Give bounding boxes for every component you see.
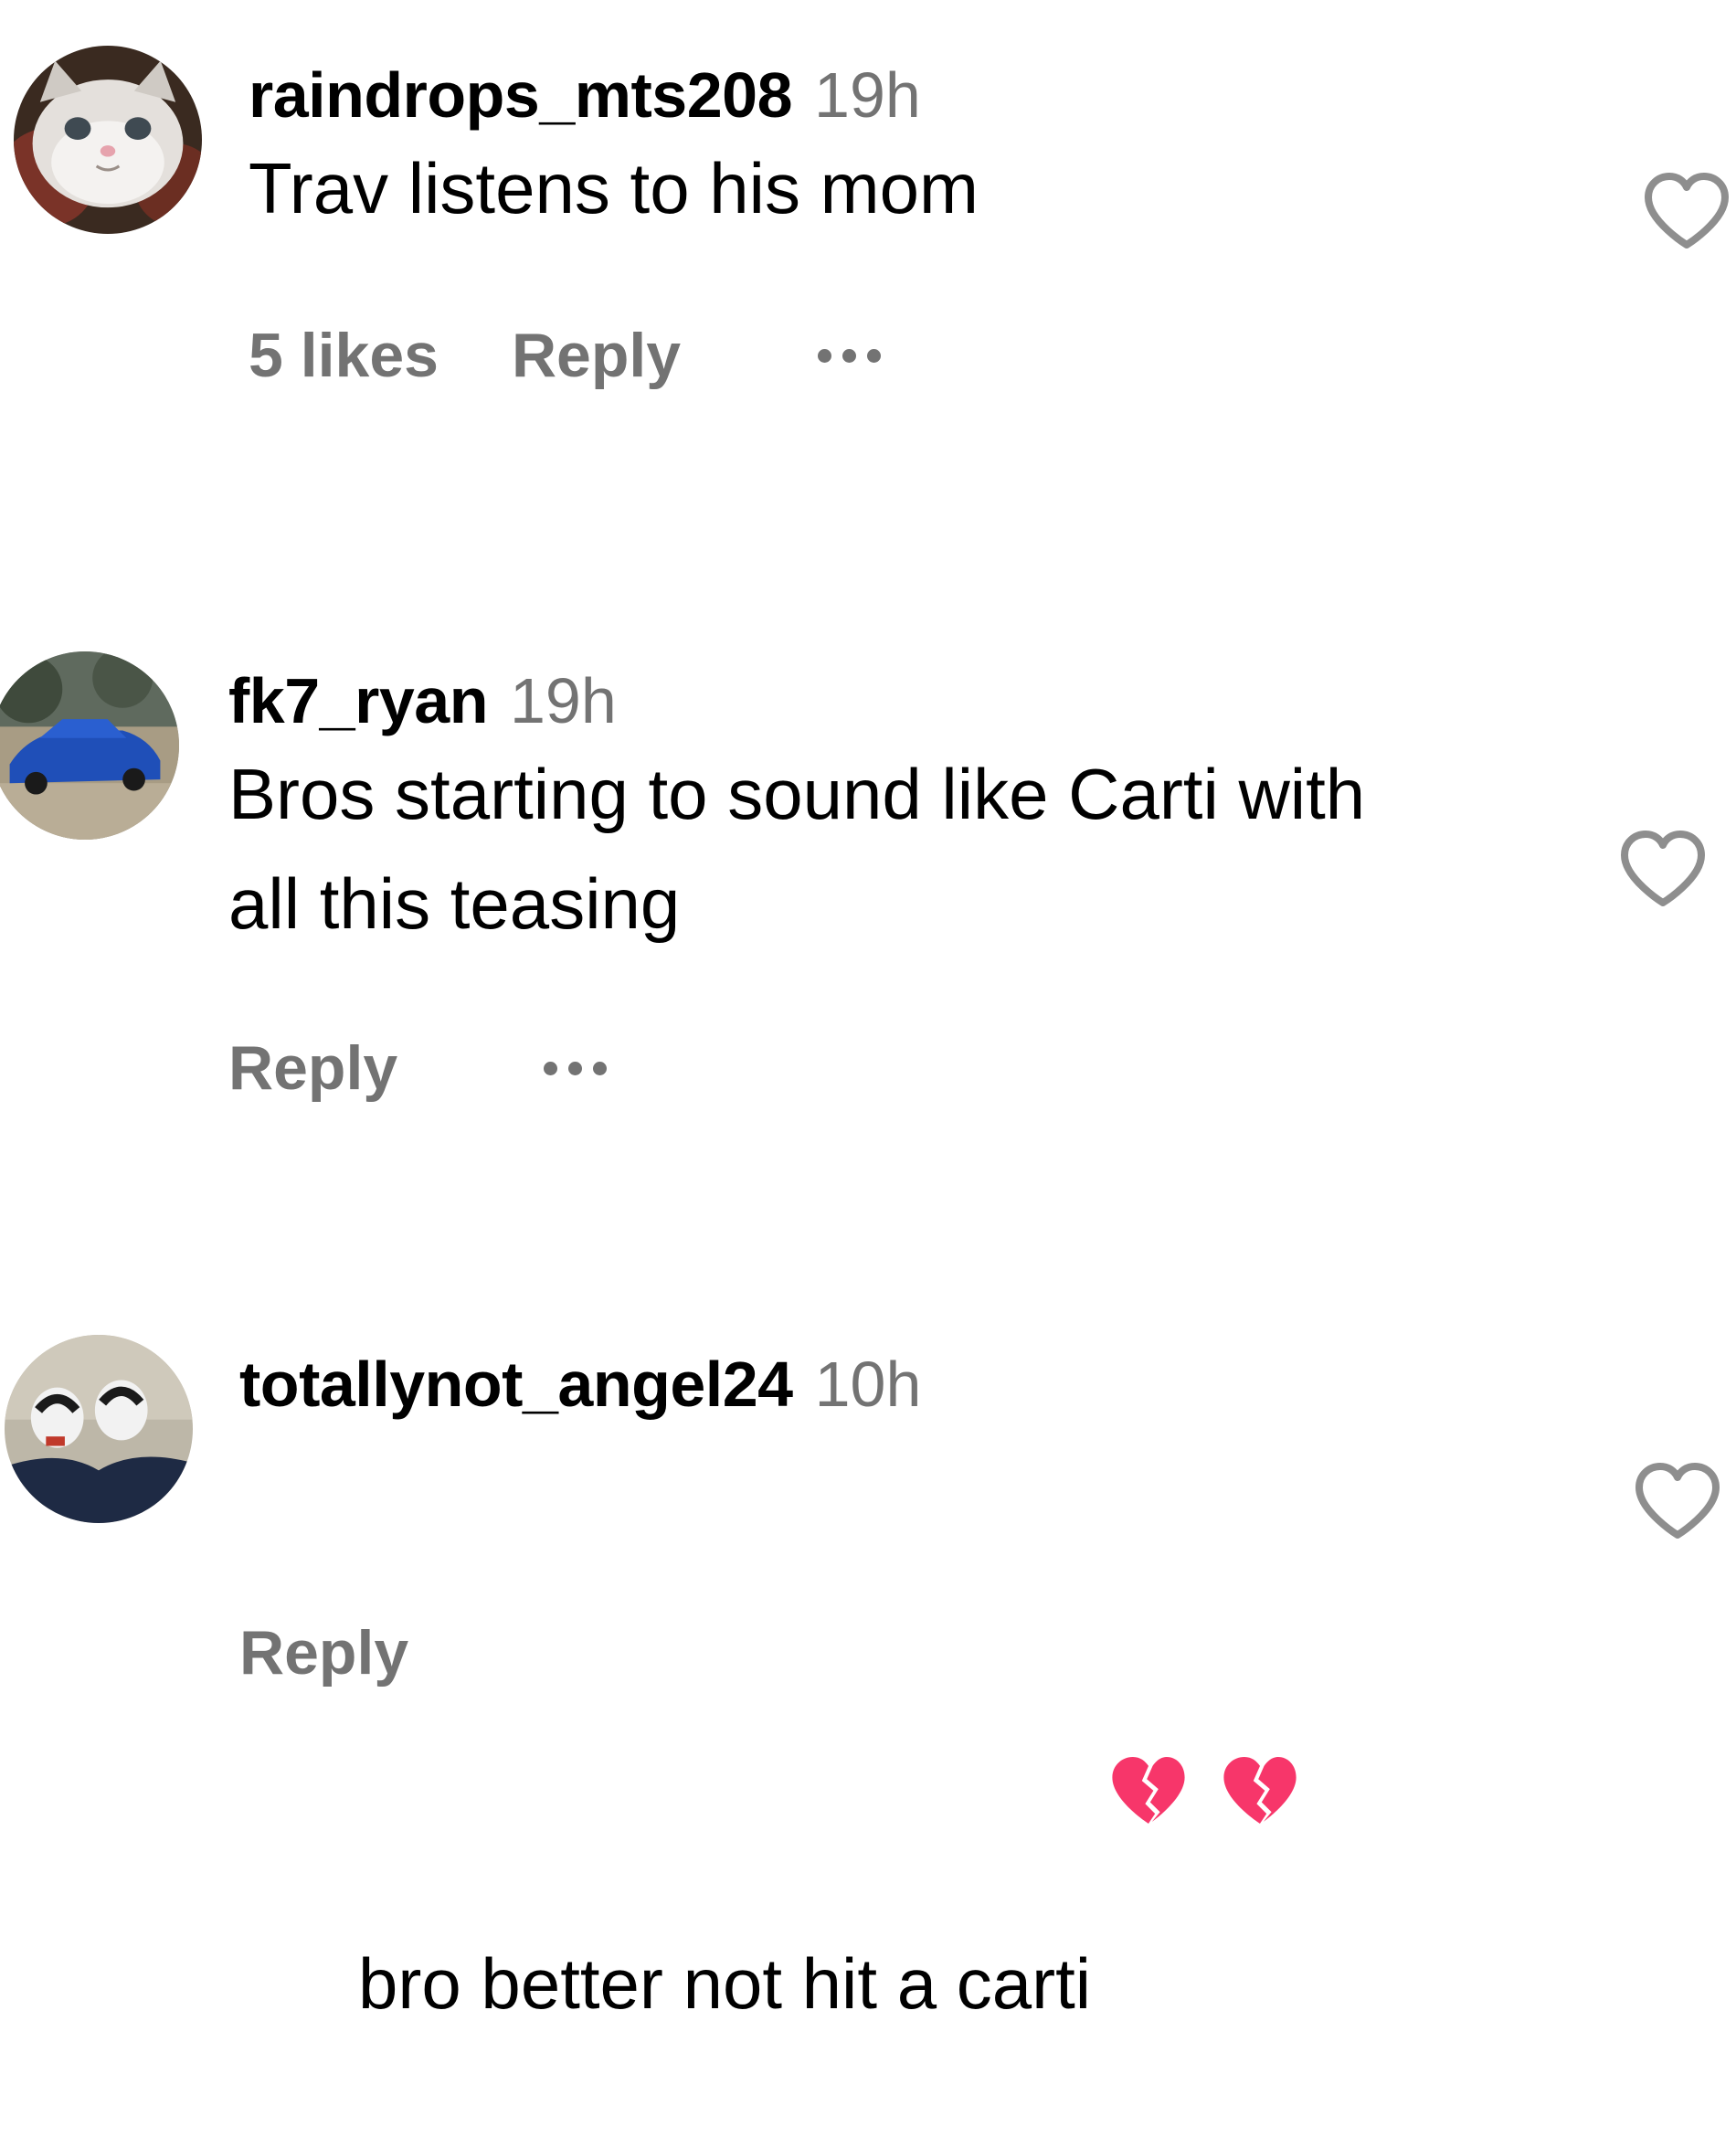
sneakers-avatar-icon[interactable]	[5, 1335, 193, 1523]
comment-text-body: bro better not hit a carti	[358, 1943, 1092, 2024]
timestamp: 10h	[814, 1349, 922, 1420]
comment-actions: Reply	[228, 1032, 608, 1104]
more-options-icon[interactable]	[544, 1061, 608, 1075]
username[interactable]: totallynot_angel24	[239, 1348, 793, 1421]
like-heart-icon[interactable]	[1641, 170, 1732, 252]
reply-button[interactable]: Reply	[228, 1032, 397, 1104]
comment-header: totallynot_angel24 10h	[239, 1348, 1301, 1421]
username[interactable]: fk7_ryan	[228, 664, 488, 737]
comment-text: Bros starting to sound like Carti with a…	[228, 754, 1366, 944]
blue-car-avatar-icon[interactable]	[0, 651, 179, 840]
cat-avatar-icon[interactable]	[14, 46, 202, 234]
reply-button[interactable]: Reply	[512, 320, 681, 391]
likes-count[interactable]: 5 likes	[249, 320, 439, 391]
broken-heart-icon	[1107, 1532, 1190, 1824]
timestamp: 19h	[814, 59, 921, 131]
comment-text: bro better not hit a carti	[239, 1423, 1301, 2148]
timestamp: 19h	[509, 665, 617, 736]
like-heart-icon[interactable]	[1617, 828, 1709, 910]
comment-header: raindrops_mts208 19h	[249, 58, 979, 132]
more-options-icon[interactable]	[818, 348, 882, 363]
like-heart-icon[interactable]	[1632, 1460, 1723, 1542]
comment-text: Trav listens to his mom	[249, 148, 979, 228]
comment-actions: 5 likes Reply	[249, 320, 882, 391]
broken-heart-icon	[1219, 1532, 1301, 1824]
username[interactable]: raindrops_mts208	[249, 58, 793, 132]
reply-button[interactable]: Reply	[239, 1617, 408, 1688]
comment-header: fk7_ryan 19h	[228, 664, 1365, 737]
comment-actions: Reply	[239, 1617, 408, 1688]
